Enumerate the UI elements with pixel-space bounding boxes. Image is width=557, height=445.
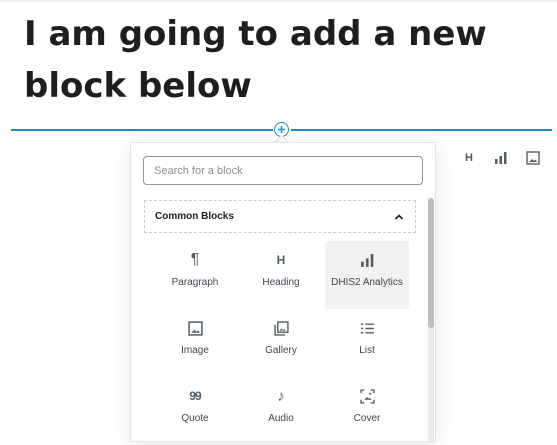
quote-glyph: 99 [189,389,201,403]
heading-glyph: H [465,152,473,164]
top-edge [0,0,557,2]
scrollbar[interactable] [428,198,434,443]
block-label: Audio [268,413,294,424]
audio-icon: ♪ [272,387,290,405]
image-icon[interactable] [524,150,542,166]
block-label: List [359,345,375,356]
paragraph-icon: ¶ [186,251,204,269]
inserter-line-right [291,129,552,131]
quote-icon: 99 [186,387,204,405]
block-search-input[interactable] [143,156,423,185]
block-label: Quote [181,413,209,424]
gallery-icon [272,319,290,337]
bar-chart-icon [358,251,376,269]
block-item-heading[interactable]: H Heading [239,241,323,309]
audio-glyph: ♪ [277,387,285,405]
block-label: Gallery [265,345,297,356]
inserter-line-left [11,129,273,131]
quick-insert-toolbar: H [460,150,542,166]
block-inserter-popover: Common Blocks ¶ Paragraph H Heading DHIS… [130,142,436,445]
heading-icon: H [272,251,290,269]
block-item-image[interactable]: Image [153,309,237,377]
block-label: Cover [353,413,381,424]
heading-block[interactable]: I am going to add a new block below [24,8,524,112]
cover-icon [358,387,376,405]
plus-icon [277,125,286,134]
bar-chart-icon[interactable] [492,150,510,166]
panel-title: Common Blocks [155,211,234,222]
block-item-paragraph[interactable]: ¶ Paragraph [153,241,237,309]
block-label: Image [181,345,209,356]
list-icon [358,319,376,337]
block-label: Paragraph [171,277,219,288]
chevron-up-icon [393,211,405,223]
block-grid: ¶ Paragraph H Heading DHIS2 Analytics Im… [153,241,409,445]
block-label: DHIS2 Analytics [331,277,403,288]
heading-icon[interactable]: H [460,150,478,166]
paragraph-glyph: ¶ [190,251,200,268]
scrollbar-thumb[interactable] [428,198,434,328]
block-item-list[interactable]: List [325,309,409,377]
common-blocks-panel-toggle[interactable]: Common Blocks [144,200,416,233]
image-icon [186,319,204,337]
heading-glyph: H [276,253,286,267]
block-item-dhis2-analytics[interactable]: DHIS2 Analytics [325,241,409,309]
block-label: Heading [262,277,300,288]
block-item-gallery[interactable]: Gallery [239,309,323,377]
